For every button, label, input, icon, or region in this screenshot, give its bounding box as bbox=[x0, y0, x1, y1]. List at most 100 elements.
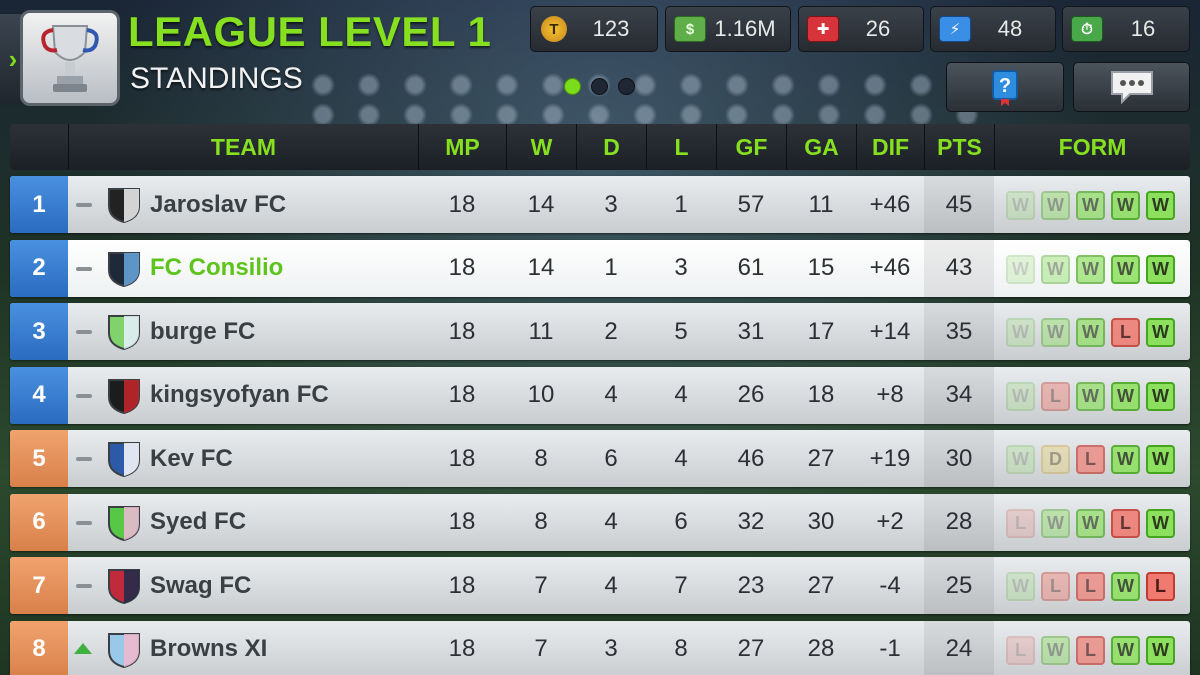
cell-dif: -1 bbox=[879, 635, 901, 662]
col-l-header[interactable]: L bbox=[646, 124, 716, 170]
cell-d: 3 bbox=[604, 635, 618, 662]
col-w-header[interactable]: W bbox=[506, 124, 576, 170]
cell-mp: 18 bbox=[448, 444, 476, 472]
table-row[interactable]: 8 Browns XI 18 7 3 8 27 28 -1 24 L W L W W bbox=[10, 620, 1190, 675]
form-guide: WLWWW bbox=[1006, 381, 1175, 411]
page-dot-3[interactable] bbox=[618, 78, 635, 95]
form-result-badge: W bbox=[1146, 318, 1175, 347]
medical-cross-icon: ✚ bbox=[807, 16, 839, 42]
table-row[interactable]: 7 Swag FC 18 7 4 7 23 27 -4 25 W L L W L bbox=[10, 557, 1190, 614]
health-counter[interactable]: ✚ 26 bbox=[798, 6, 924, 52]
trend-same-icon bbox=[76, 520, 92, 525]
cell-mp: 18 bbox=[448, 254, 476, 281]
col-position-header bbox=[10, 124, 68, 170]
standings-table: TEAM MP W D L GF GA DIF PTS FORM 1 Jarosl… bbox=[10, 124, 1190, 675]
training-counter[interactable]: ⏱ 16 bbox=[1062, 6, 1190, 52]
col-dif-header[interactable]: DIF bbox=[856, 124, 924, 170]
cell-w: 7 bbox=[534, 571, 548, 599]
col-mp-header[interactable]: MP bbox=[418, 124, 506, 170]
team-name[interactable]: kingsyofyan FC bbox=[150, 367, 329, 424]
cell-l: 3 bbox=[674, 254, 688, 281]
league-trophy-badge bbox=[20, 10, 120, 106]
cell-dif: +2 bbox=[876, 508, 904, 535]
help-button[interactable]: ? bbox=[946, 62, 1064, 112]
table-row[interactable]: 6 Syed FC 18 8 4 6 32 30 +2 28 L W W L W bbox=[10, 493, 1190, 551]
col-form-header: FORM bbox=[994, 124, 1190, 170]
form-guide: WWWWW bbox=[1006, 254, 1175, 284]
form-result-badge: W bbox=[1146, 635, 1175, 665]
tokens-counter[interactable]: T 123 bbox=[530, 6, 658, 52]
team-name[interactable]: Browns XI bbox=[150, 621, 267, 675]
page-dot-2[interactable] bbox=[591, 78, 608, 95]
form-result-badge: W bbox=[1146, 381, 1175, 411]
help-book-icon: ? bbox=[992, 70, 1018, 106]
cell-l: 5 bbox=[674, 317, 688, 345]
form-result-badge: W bbox=[1041, 254, 1070, 284]
cell-mp: 18 bbox=[448, 190, 476, 218]
team-name[interactable]: Kev FC bbox=[150, 430, 233, 487]
team-crest-icon bbox=[108, 251, 140, 287]
table-row[interactable]: 4 kingsyofyan FC 18 10 4 4 26 18 +8 34 W L W W W bbox=[10, 366, 1190, 424]
col-gf-header[interactable]: GF bbox=[716, 124, 786, 170]
form-result-badge: L bbox=[1006, 508, 1035, 538]
cell-gf: 26 bbox=[737, 381, 765, 408]
cell-pts: 30 bbox=[945, 444, 973, 472]
cell-mp: 18 bbox=[448, 635, 476, 662]
form-result-badge: W bbox=[1006, 572, 1035, 601]
cell-mp: 18 bbox=[448, 317, 476, 345]
cell-pts: 45 bbox=[945, 190, 973, 218]
team-name[interactable]: FC Consilio bbox=[150, 240, 283, 297]
cell-d: 1 bbox=[604, 254, 618, 281]
col-pts-header[interactable]: PTS bbox=[924, 124, 994, 170]
cell-ga: 27 bbox=[807, 571, 835, 599]
cell-gf: 27 bbox=[737, 635, 765, 662]
form-result-badge: W bbox=[1111, 572, 1140, 601]
table-row[interactable]: 3 burge FC 18 11 2 5 31 17 +14 35 W W W L W bbox=[10, 303, 1190, 360]
table-row[interactable]: 5 Kev FC 18 8 6 4 46 27 +19 30 W D L W W bbox=[10, 430, 1190, 487]
form-result-badge: L bbox=[1076, 635, 1105, 665]
form-result-badge: W bbox=[1076, 318, 1105, 347]
cell-ga: 30 bbox=[807, 508, 835, 535]
form-result-badge: W bbox=[1111, 191, 1140, 220]
form-result-badge: W bbox=[1006, 254, 1035, 284]
table-row[interactable]: 2 FC Consilio 18 14 1 3 61 15 +46 43 W W W W W bbox=[10, 239, 1190, 297]
trend-up-icon bbox=[74, 642, 92, 654]
team-name[interactable]: burge FC bbox=[150, 303, 255, 360]
cash-counter[interactable]: $ 1.16M bbox=[665, 6, 791, 52]
col-d-header[interactable]: D bbox=[576, 124, 646, 170]
form-result-badge: W bbox=[1146, 191, 1175, 220]
training-value: 16 bbox=[1130, 16, 1156, 41]
stadium-lights bbox=[300, 70, 1000, 130]
cell-pts: 28 bbox=[945, 508, 973, 535]
token-coin-icon: T bbox=[541, 16, 567, 42]
chat-button[interactable] bbox=[1073, 62, 1190, 112]
energy-counter[interactable]: ⚡ 48 bbox=[930, 6, 1056, 52]
cell-w: 11 bbox=[528, 317, 554, 345]
form-result-badge: W bbox=[1041, 635, 1070, 665]
col-team-header[interactable]: TEAM bbox=[68, 124, 418, 170]
team-name[interactable]: Swag FC bbox=[150, 557, 251, 614]
cell-gf: 31 bbox=[737, 317, 765, 345]
form-result-badge: W bbox=[1006, 318, 1035, 347]
table-row[interactable]: 1 Jaroslav FC 18 14 3 1 57 11 +46 45 W W W W W bbox=[10, 176, 1190, 233]
cell-l: 6 bbox=[674, 508, 688, 535]
team-name[interactable]: Syed FC bbox=[150, 494, 246, 551]
tokens-value: 123 bbox=[592, 16, 630, 41]
cell-dif: +8 bbox=[876, 381, 904, 408]
position-badge: 8 bbox=[10, 620, 68, 675]
cell-dif: +46 bbox=[869, 190, 911, 218]
cell-ga: 28 bbox=[807, 635, 835, 662]
cash-bill-icon: $ bbox=[674, 16, 706, 42]
trend-same-icon bbox=[76, 203, 92, 207]
cell-ga: 18 bbox=[807, 381, 835, 408]
form-guide: WWWWW bbox=[1006, 191, 1175, 220]
page-dot-1[interactable] bbox=[564, 78, 581, 95]
cell-gf: 57 bbox=[737, 190, 765, 218]
cell-d: 6 bbox=[604, 444, 618, 472]
team-name[interactable]: Jaroslav FC bbox=[150, 176, 286, 233]
col-ga-header[interactable]: GA bbox=[786, 124, 856, 170]
table-header: TEAM MP W D L GF GA DIF PTS FORM bbox=[10, 124, 1190, 170]
cell-d: 2 bbox=[604, 317, 618, 345]
form-guide: WDLWW bbox=[1006, 445, 1175, 474]
trend-same-icon bbox=[76, 393, 92, 398]
